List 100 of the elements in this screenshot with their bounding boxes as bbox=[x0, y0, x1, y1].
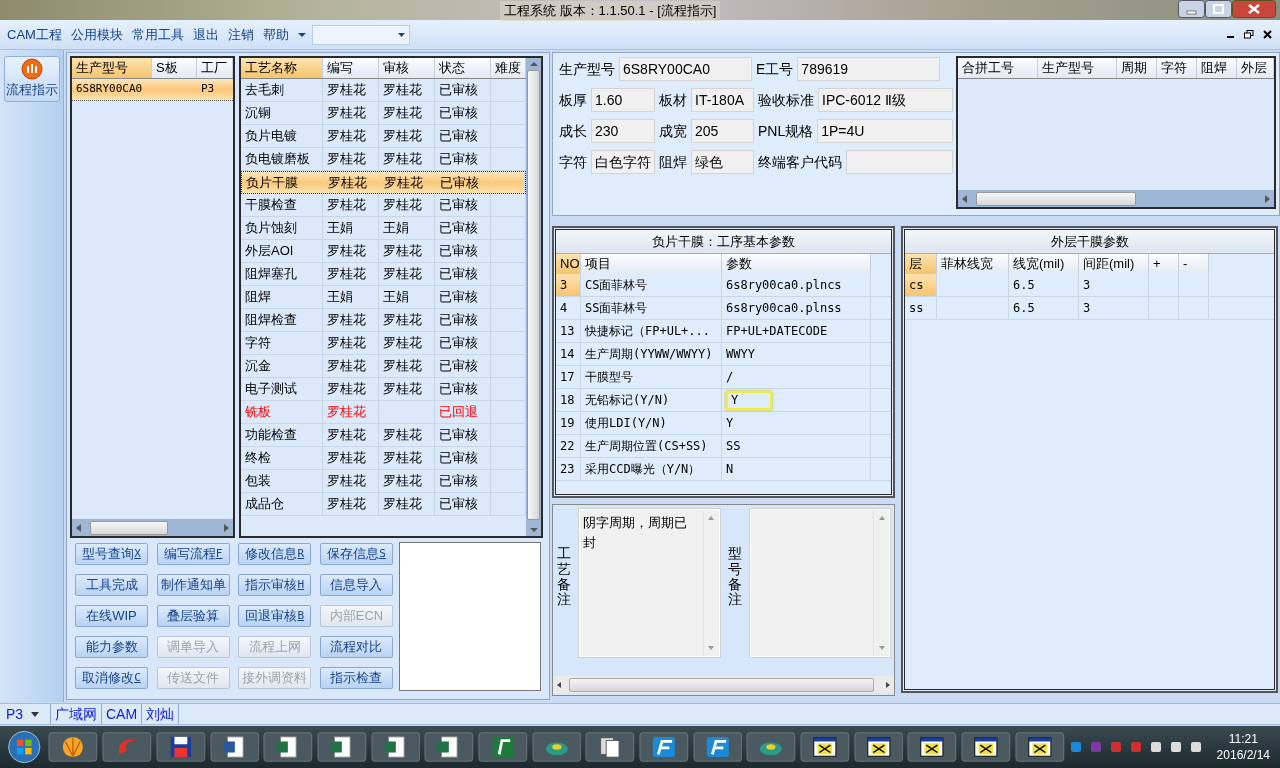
spreadsheet-icon[interactable] bbox=[316, 729, 367, 765]
table-row[interactable]: 电子测试 罗桂花 罗桂花 已审核 bbox=[241, 378, 526, 401]
table-row[interactable]: 干膜检查 罗桂花 罗桂花 已审核 bbox=[241, 194, 526, 217]
menu-item[interactable]: 帮助 bbox=[259, 24, 292, 45]
table-row[interactable]: 负片电镀 罗桂花 罗桂花 已审核 bbox=[241, 125, 526, 148]
action-button[interactable]: 流程对比 bbox=[319, 636, 393, 658]
table-row[interactable]: 沉铜 罗桂花 罗桂花 已审核 bbox=[241, 102, 526, 125]
close-button[interactable] bbox=[1232, 0, 1276, 18]
action-button[interactable]: 工具完成 bbox=[75, 574, 148, 596]
horizontal-scrollbar[interactable] bbox=[553, 676, 894, 693]
input-field[interactable]: 6S8RY00CA0 bbox=[619, 57, 752, 81]
menu-item[interactable]: 常用工具 bbox=[128, 24, 187, 45]
table-row[interactable]: 字符 罗桂花 罗桂花 已审核 bbox=[241, 332, 526, 355]
input-field[interactable]: 1.60 bbox=[591, 88, 655, 112]
menu-item[interactable]: 退出 bbox=[189, 24, 222, 45]
column-header[interactable]: 状态 bbox=[435, 58, 491, 78]
table-row[interactable]: 去毛刺 罗桂花 罗桂花 已审核 bbox=[241, 79, 526, 102]
action-button[interactable]: 取消修改C bbox=[75, 667, 148, 689]
scroll-thumb[interactable] bbox=[569, 677, 874, 692]
input-field[interactable] bbox=[846, 150, 953, 174]
window-icon[interactable] bbox=[1014, 729, 1065, 765]
input-field[interactable]: 白色字符 bbox=[591, 150, 655, 174]
table-row[interactable]: 阻焊 王娟 王娟 已审核 bbox=[241, 286, 526, 309]
input-field[interactable]: 230 bbox=[591, 119, 655, 143]
input-field[interactable]: 789619 bbox=[797, 57, 941, 81]
table-row[interactable]: 功能检查 罗桂花 罗桂花 已审核 bbox=[241, 424, 526, 447]
horizontal-scrollbar[interactable] bbox=[72, 519, 233, 536]
column-header[interactable]: 项目 bbox=[581, 254, 722, 274]
restore-button[interactable] bbox=[1205, 0, 1232, 18]
column-header[interactable]: 合拼工号 bbox=[958, 58, 1038, 78]
table-row[interactable]: 外层AOI 罗桂花 罗桂花 已审核 bbox=[241, 240, 526, 263]
input-field[interactable]: 205 bbox=[691, 119, 754, 143]
column-header[interactable]: - bbox=[1179, 254, 1209, 274]
action-button[interactable]: 信息导入 bbox=[319, 574, 393, 596]
window-icon[interactable] bbox=[907, 729, 958, 765]
table-row[interactable]: 终检 罗桂花 罗桂花 已审核 bbox=[241, 447, 526, 470]
column-header[interactable]: 菲林线宽 bbox=[937, 254, 1009, 274]
input-field[interactable]: IPC-6012 Ⅱ级 bbox=[818, 88, 953, 112]
spreadsheet-icon[interactable] bbox=[263, 729, 313, 765]
column-header[interactable]: 生产型号 bbox=[72, 58, 152, 78]
menu-item[interactable]: CAM工程 bbox=[4, 24, 65, 45]
input-field[interactable]: IT-180A bbox=[691, 88, 754, 112]
action-button[interactable]: 在线WIP bbox=[75, 605, 148, 627]
spreadsheet-icon[interactable] bbox=[370, 729, 421, 765]
spreadsheet-icon[interactable] bbox=[424, 729, 474, 765]
column-header[interactable]: 工艺名称 bbox=[241, 58, 323, 78]
action-button[interactable]: 指示检查 bbox=[319, 667, 393, 689]
status-dropdown[interactable]: P3 bbox=[0, 703, 50, 725]
close-icon[interactable] bbox=[1263, 30, 1272, 39]
table-row[interactable]: 包装 罗桂花 罗桂花 已审核 bbox=[241, 470, 526, 493]
shell-icon[interactable] bbox=[48, 729, 99, 765]
action-button[interactable]: 能力参数 bbox=[75, 636, 148, 658]
horizontal-scrollbar[interactable] bbox=[958, 190, 1274, 207]
restore-icon[interactable] bbox=[1244, 30, 1254, 39]
action-button[interactable]: 修改信息R bbox=[238, 543, 312, 565]
minimize-button[interactable] bbox=[1178, 0, 1205, 18]
nav-button[interactable]: 流程指示 bbox=[3, 56, 60, 102]
input-field[interactable]: 绿色 bbox=[691, 150, 754, 174]
text-area[interactable]: 阴字周期，周期已封 bbox=[579, 509, 720, 657]
action-button[interactable]: 指示审核H bbox=[238, 574, 312, 596]
scroll-thumb[interactable] bbox=[90, 520, 168, 535]
table-row[interactable]: 阻焊塞孔 罗桂花 罗桂花 已审核 bbox=[241, 263, 526, 286]
clock[interactable]: 11:21 2016/2/14 bbox=[1208, 731, 1270, 763]
action-button[interactable]: 保存信息S bbox=[319, 543, 393, 565]
scroll-thumb[interactable] bbox=[976, 191, 1136, 206]
table-row[interactable]: 负片蚀刻 王娟 王娟 已审核 bbox=[241, 217, 526, 240]
table-row[interactable]: 负片干膜 罗桂花 罗桂花 已审核 bbox=[241, 171, 526, 194]
action-button[interactable]: 回退审核B bbox=[238, 605, 312, 627]
column-header[interactable]: 阻焊 bbox=[1197, 58, 1237, 78]
column-header[interactable]: 编写 bbox=[323, 58, 379, 78]
action-button[interactable]: 制作通知单 bbox=[156, 574, 230, 596]
menu-item[interactable]: 公用模块 bbox=[67, 24, 126, 45]
pages-icon[interactable] bbox=[585, 729, 636, 765]
column-header[interactable]: NO bbox=[556, 254, 581, 274]
column-header[interactable]: 周期 bbox=[1117, 58, 1157, 78]
table-row[interactable]: 沉金 罗桂花 罗桂花 已审核 bbox=[241, 355, 526, 378]
column-header[interactable]: 工厂 bbox=[197, 58, 233, 78]
column-header[interactable]: S板 bbox=[152, 58, 197, 78]
action-button[interactable]: 型号查询X bbox=[75, 543, 148, 565]
document-icon[interactable] bbox=[209, 729, 260, 765]
input-field[interactable]: 1P=4U bbox=[817, 119, 953, 143]
menu-item[interactable]: 注销 bbox=[224, 24, 257, 45]
table-row[interactable]: 6S8RY00CA0 P3 bbox=[72, 79, 233, 101]
column-header[interactable]: 字符 bbox=[1157, 58, 1197, 78]
scroll-thumb[interactable] bbox=[527, 70, 540, 520]
vertical-scrollbar[interactable] bbox=[526, 58, 541, 536]
column-header[interactable]: 难度 bbox=[491, 58, 526, 78]
window-icon[interactable] bbox=[961, 729, 1011, 765]
column-header[interactable]: 线宽(mil) bbox=[1009, 254, 1079, 274]
column-header[interactable]: 生产型号 bbox=[1038, 58, 1117, 78]
column-header[interactable]: 间距(mil) bbox=[1079, 254, 1149, 274]
column-header[interactable]: 参数 bbox=[722, 254, 871, 274]
table-row[interactable]: 成品仓 罗桂花 罗桂花 已审核 bbox=[241, 493, 526, 516]
table-row[interactable]: 阻焊检查 罗桂花 罗桂花 已审核 bbox=[241, 309, 526, 332]
action-button[interactable]: 叠层验算 bbox=[156, 605, 230, 627]
column-header[interactable]: + bbox=[1149, 254, 1179, 274]
window-icon[interactable] bbox=[800, 729, 850, 765]
dropdown-arrow-icon[interactable] bbox=[297, 31, 306, 38]
action-button[interactable]: 编写流程F bbox=[156, 543, 230, 565]
column-header[interactable]: 外层 bbox=[1237, 58, 1274, 78]
